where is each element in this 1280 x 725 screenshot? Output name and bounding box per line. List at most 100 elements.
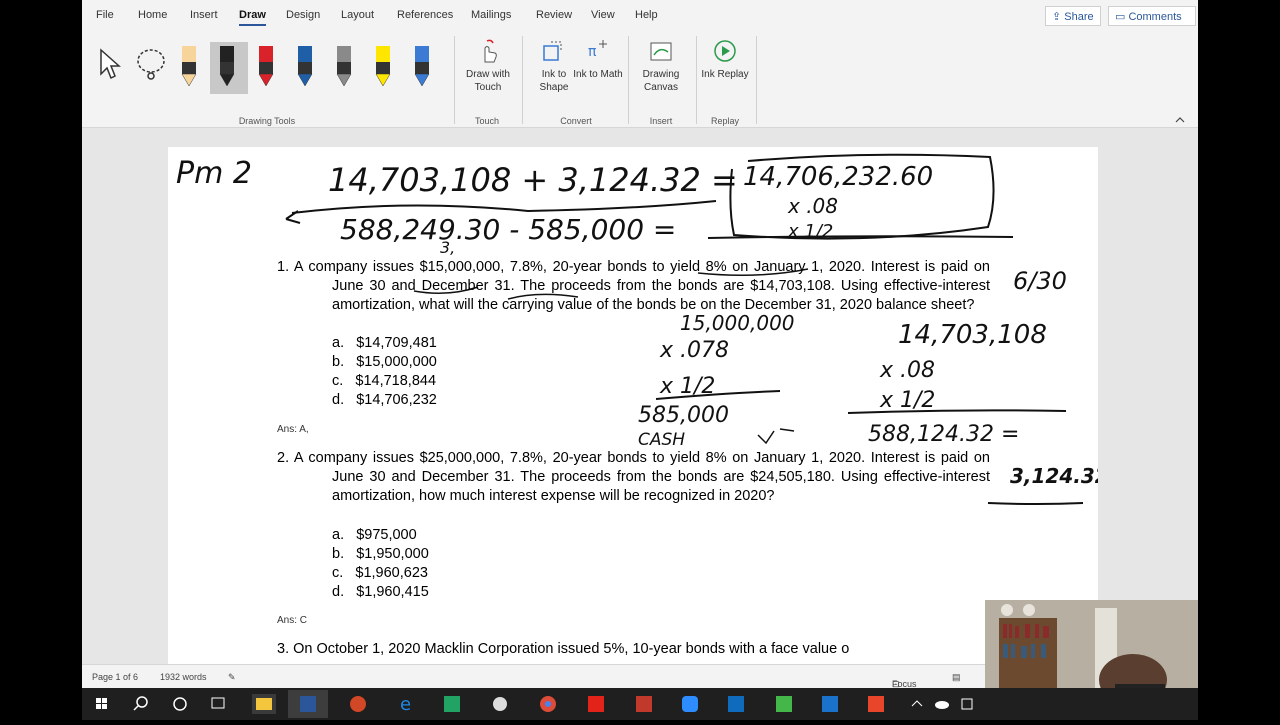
group-replay: Replay bbox=[710, 116, 739, 126]
tab-layout[interactable]: Layout bbox=[341, 9, 374, 21]
task-view-icon[interactable] bbox=[211, 697, 225, 709]
question-2-body: A company issues $25,000,000, 7.8%, 20-y… bbox=[293, 450, 990, 504]
question-2-number: 2. bbox=[277, 450, 290, 466]
drawing-canvas-button[interactable]: Drawing Canvas bbox=[633, 38, 689, 94]
tab-insert[interactable]: Insert bbox=[190, 9, 218, 21]
svg-text:π: π bbox=[588, 44, 597, 60]
ink-dash bbox=[779, 428, 795, 432]
pen-5-icon[interactable] bbox=[336, 46, 352, 87]
tab-mailings[interactable]: Mailings bbox=[471, 9, 511, 21]
cortana-icon[interactable] bbox=[173, 697, 187, 711]
collapse-ribbon-icon[interactable] bbox=[1175, 116, 1185, 124]
pen-2-icon[interactable] bbox=[219, 46, 235, 87]
divider bbox=[628, 36, 629, 124]
question-1-body: A company issues $15,000,000, 7.8%, 20-y… bbox=[293, 259, 990, 313]
question-2-text: 2. A company issues $25,000,000, 7.8%, 2… bbox=[277, 449, 990, 506]
q1-option-c: c. $14,718,844 bbox=[332, 373, 436, 389]
menu-tabs: File Home Insert Draw Design Layout Refe… bbox=[82, 0, 1198, 32]
ink-to-shape-label: Ink to Shape bbox=[539, 69, 569, 93]
ink-layer[interactable]: Pm 2 14,703,108 + 3,124.32 = 14,706,232.… bbox=[168, 147, 1098, 667]
taskbar: e bbox=[82, 688, 1198, 720]
webcam-image bbox=[985, 600, 1198, 688]
option-letter: b. bbox=[332, 546, 345, 562]
screen-icon[interactable] bbox=[822, 696, 838, 712]
question-2: 2. A company issues $25,000,000, 7.8%, 2… bbox=[277, 449, 990, 506]
document-page[interactable]: Pm 2 14,703,108 + 3,124.32 = 14,706,232.… bbox=[168, 147, 1098, 667]
ink-replay-button[interactable]: Ink Replay bbox=[697, 38, 753, 81]
q1-option-a: a. $14,709,481 bbox=[332, 335, 437, 351]
chrome-center bbox=[545, 701, 551, 707]
taskbar-icons[interactable]: e bbox=[82, 688, 1198, 720]
pdf-app-icon[interactable] bbox=[636, 696, 652, 712]
acrobat-icon[interactable] bbox=[588, 696, 604, 712]
proofing-icon[interactable]: ✎ bbox=[228, 672, 236, 683]
question-3-number: 3. bbox=[277, 641, 290, 657]
option-text: $975,000 bbox=[356, 527, 417, 543]
ink-to-math-button[interactable]: π Ink to Math bbox=[570, 38, 626, 81]
tab-file[interactable]: File bbox=[96, 9, 114, 21]
webcam-overlay bbox=[985, 600, 1198, 688]
ink-line2-sub: 3, bbox=[440, 238, 455, 257]
ink-line2-expr: 588,249.30 - 585,000 = bbox=[340, 213, 676, 246]
ink-calc2-d: 588,124.32 = bbox=[868, 422, 1019, 447]
edge-icon[interactable]: e bbox=[400, 694, 411, 715]
network-icon[interactable] bbox=[961, 698, 973, 710]
tab-references[interactable]: References bbox=[397, 9, 453, 21]
comments-label: Comments bbox=[1128, 11, 1182, 23]
mail-icon[interactable] bbox=[728, 696, 744, 712]
powerpoint-icon[interactable] bbox=[350, 696, 366, 712]
pen-1-icon[interactable] bbox=[181, 46, 197, 87]
zoom-icon[interactable] bbox=[682, 696, 698, 712]
share-label: Share bbox=[1064, 11, 1094, 23]
recorder-icon[interactable] bbox=[868, 696, 884, 712]
onedrive-icon[interactable] bbox=[935, 701, 949, 709]
search-icon[interactable] bbox=[133, 696, 148, 711]
tab-home[interactable]: Home bbox=[138, 9, 167, 21]
read-mode-icon[interactable]: ▤ bbox=[952, 672, 961, 683]
ink-line1-result: 14,706,232.60 bbox=[743, 162, 933, 192]
ink-label-pm2: Pm 2 bbox=[176, 156, 252, 191]
file-explorer-icon[interactable] bbox=[256, 698, 272, 710]
tab-review[interactable]: Review bbox=[536, 9, 572, 21]
divider bbox=[454, 36, 455, 124]
tray-chevron-icon[interactable] bbox=[911, 700, 923, 707]
drawing-canvas-label: Drawing Canvas bbox=[642, 69, 680, 93]
ink-to-math-icon: π bbox=[588, 40, 607, 60]
page-count[interactable]: Page 1 of 6 bbox=[92, 672, 138, 682]
ink-calc2-b: x .08 bbox=[879, 358, 935, 383]
tab-help[interactable]: Help bbox=[635, 9, 658, 21]
touch-hand-icon bbox=[484, 39, 497, 63]
pen-6-icon[interactable] bbox=[375, 46, 391, 87]
q2-option-c: c. $1,960,623 bbox=[332, 565, 428, 581]
tab-view[interactable]: View bbox=[591, 9, 615, 21]
pen-4-icon[interactable] bbox=[297, 46, 313, 87]
ink-line1-expr: 14,703,108 + 3,124.32 = bbox=[328, 161, 738, 199]
q2-option-b: b. $1,950,000 bbox=[332, 546, 429, 562]
ink-calc2-a: 14,703,108 bbox=[898, 320, 1047, 350]
group-touch: Touch bbox=[474, 116, 500, 126]
ink-date: 6/30 bbox=[1013, 267, 1067, 295]
comment-icon: ▭ bbox=[1115, 11, 1129, 23]
option-text: $14,709,481 bbox=[356, 335, 437, 351]
option-text: $1,960,623 bbox=[355, 565, 428, 581]
pen-3-icon[interactable] bbox=[258, 46, 274, 87]
app-icon[interactable] bbox=[493, 697, 507, 711]
pen-palette[interactable] bbox=[82, 32, 442, 102]
question-1: 1. A company issues $15,000,000, 7.8%, 2… bbox=[277, 258, 990, 315]
excel-icon[interactable] bbox=[444, 696, 460, 712]
tab-design[interactable]: Design bbox=[286, 9, 320, 21]
draw-with-touch-button[interactable]: Draw with Touch bbox=[460, 38, 516, 94]
ribbon: Drawing Tools Draw with Touch Touch Ink … bbox=[82, 32, 1198, 128]
word-count[interactable]: 1932 words bbox=[160, 672, 207, 682]
pen-7-icon[interactable] bbox=[414, 46, 430, 87]
comments-button[interactable]: ▭ Comments bbox=[1108, 6, 1196, 26]
tab-draw[interactable]: Draw bbox=[239, 9, 266, 26]
q1-answer: Ans: A, bbox=[277, 424, 309, 435]
drawing-canvas-icon bbox=[650, 42, 672, 61]
word-icon bbox=[300, 696, 316, 712]
ink-calc1-e: CASH bbox=[638, 430, 685, 450]
start-button-icon[interactable] bbox=[96, 698, 107, 709]
camtasia-icon[interactable] bbox=[776, 696, 792, 712]
option-letter: c. bbox=[332, 373, 344, 389]
share-button[interactable]: ⇪ Share bbox=[1045, 6, 1101, 26]
